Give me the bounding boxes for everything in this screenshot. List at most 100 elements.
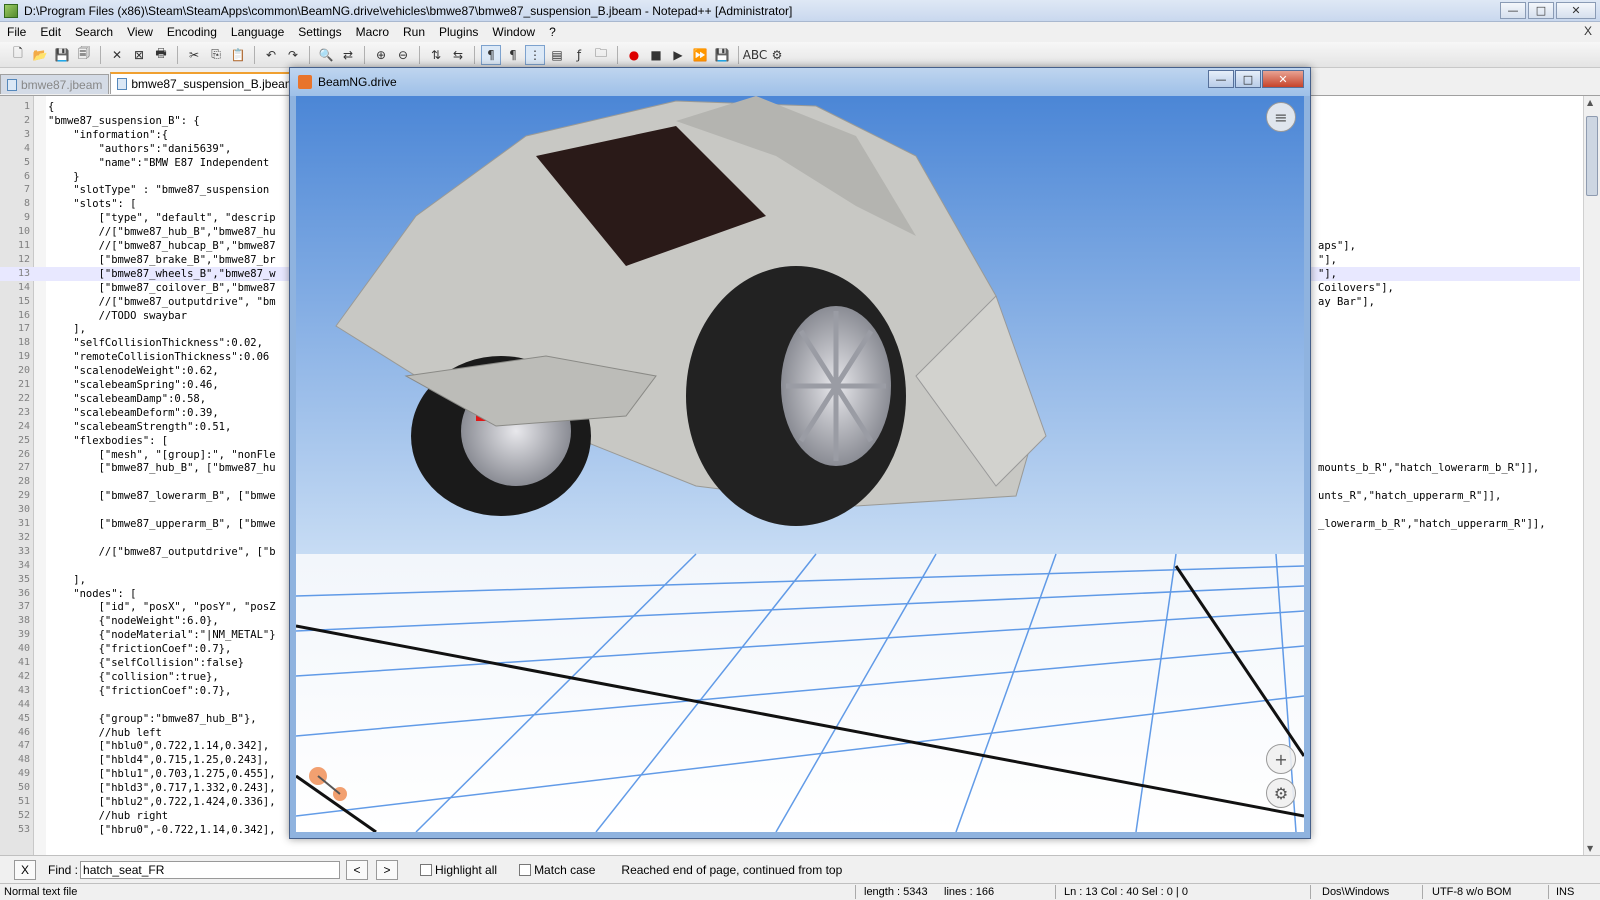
menu-item-view[interactable]: View [120, 25, 160, 39]
menu-item-file[interactable]: File [0, 25, 33, 39]
toolbar-separator [738, 45, 739, 64]
toolbar-separator [309, 45, 310, 64]
beamng-minimize-button[interactable]: — [1208, 70, 1234, 88]
menu-item-window[interactable]: Window [485, 25, 542, 39]
undo-icon[interactable]: ↶ [261, 45, 281, 65]
cut-icon[interactable]: ✂ [184, 45, 204, 65]
match-case-checkbox[interactable]: Match case [519, 863, 595, 877]
line-text: ["hbld4",0.715,1.25,0.243], [48, 754, 270, 767]
hud-settings-button[interactable]: ⚙ [1266, 778, 1296, 808]
highlight-all-checkbox[interactable]: Highlight all [420, 863, 497, 877]
redo-icon[interactable]: ↷ [283, 45, 303, 65]
menu-icon: ≡ [1274, 107, 1288, 127]
menu-item-language[interactable]: Language [224, 25, 291, 39]
maximize-button[interactable]: □ [1528, 2, 1554, 19]
match-case-box[interactable] [519, 863, 532, 876]
beamng-window-title: BeamNG.drive [318, 75, 397, 89]
menu-item-search[interactable]: Search [68, 25, 120, 39]
tab-label: bmwe87_suspension_B.jbeam [131, 77, 295, 91]
doc-map-icon[interactable]: ▤ [547, 45, 567, 65]
line-text: "information":{ [48, 128, 169, 141]
plugin-icon[interactable]: ⚙ [767, 45, 787, 65]
line-number: 20 [17, 365, 30, 377]
menu-item-plugins[interactable]: Plugins [432, 25, 485, 39]
scrollbar-thumb[interactable] [1586, 116, 1598, 196]
scroll-up-icon[interactable]: ▲ [1587, 98, 1593, 107]
paste-icon[interactable]: 📋 [228, 45, 248, 65]
print-icon[interactable]: 🖶 [151, 45, 171, 65]
file-icon [117, 78, 128, 90]
beamng-close-button[interactable]: ✕ [1262, 70, 1304, 88]
close-icon[interactable]: ✕ [107, 45, 127, 65]
status-encoding: UTF-8 w/o BOM [1432, 886, 1512, 898]
sync-h-icon[interactable]: ⇆ [448, 45, 468, 65]
close-all-icon[interactable]: ⊠ [129, 45, 149, 65]
stop-macro-icon[interactable]: ■ [646, 45, 666, 65]
status-file-type: Normal text file [4, 886, 78, 898]
open-file-icon[interactable]: 📂 [30, 45, 50, 65]
line-number: 1 [23, 101, 30, 112]
line-number: 27 [17, 462, 30, 474]
notepad-title-bar[interactable]: D:\Program Files (x86)\Steam\SteamApps\c… [0, 0, 1600, 22]
word-wrap-icon[interactable]: ¶ [481, 44, 501, 65]
beamng-title-bar[interactable]: BeamNG.drive — □ ✕ [290, 68, 1310, 96]
3d-viewport[interactable]: ≡ + ⚙ [296, 96, 1304, 832]
zoom-in-icon[interactable]: ⊕ [371, 45, 391, 65]
close-document-button[interactable]: X [1584, 24, 1592, 38]
replace-icon[interactable]: ⇄ [338, 45, 358, 65]
highlight-all-box[interactable] [420, 863, 433, 876]
indent-guide-icon[interactable]: ⋮ [525, 44, 545, 65]
hud-menu-button[interactable]: ≡ [1266, 102, 1296, 132]
folder-workspace-icon[interactable]: 🗀 [591, 45, 611, 65]
save-all-icon[interactable]: 🗐 [74, 45, 94, 65]
sync-v-icon[interactable]: ⇅ [426, 45, 446, 65]
all-chars-icon[interactable]: ¶ [503, 45, 523, 65]
new-file-icon[interactable]: 🗋 [8, 45, 28, 65]
spellcheck-icon[interactable]: ABC [743, 45, 768, 65]
copy-icon[interactable]: ⎘ [206, 45, 226, 65]
tab-bmwe87-suspension-b-jbeam[interactable]: bmwe87_suspension_B.jbeam [110, 72, 302, 94]
menu-item-macro[interactable]: Macro [349, 25, 396, 39]
line-text: ["bmwe87_wheels_B","bmwe87_w [48, 267, 276, 280]
line-text: {"frictionCoef":0.7}, [48, 643, 232, 656]
hud-add-button[interactable]: + [1266, 744, 1296, 774]
line-number: 19 [17, 351, 30, 363]
gear-icon: ⚙ [1273, 783, 1289, 803]
line-text: ["bmwe87_lowerarm_B", ["bmwe [48, 490, 276, 503]
play-macro-icon[interactable]: ▶ [668, 45, 688, 65]
line-number: 6 [23, 170, 30, 182]
find-previous-button[interactable]: < [346, 859, 369, 880]
close-button[interactable]: ✕ [1556, 2, 1596, 19]
line-text: //["bmwe87_outputdrive", "bm [48, 295, 276, 308]
menu-item-help[interactable]: ? [542, 25, 563, 39]
line-text: ["id", "posX", "posY", "posZ [48, 601, 276, 614]
line-number: 30 [17, 504, 30, 516]
tab-bmwe87-jbeam[interactable]: bmwe87.jbeam [0, 74, 110, 94]
find-close-button[interactable]: X [14, 859, 36, 880]
save-macro-icon[interactable]: 💾 [712, 45, 732, 65]
line-text: ["type", "default", "descrip [48, 212, 276, 225]
function-list-icon[interactable]: ƒ [569, 45, 589, 65]
status-length: length : 5343 [864, 886, 928, 898]
beamng-window[interactable]: BeamNG.drive — □ ✕ ≡ + ⚙ [289, 67, 1311, 839]
find-icon[interactable]: 🔍 [316, 45, 336, 65]
line-number: 33 [17, 545, 30, 557]
run-macro-multiple-icon[interactable]: ⏩ [690, 45, 710, 65]
line-number: 26 [17, 448, 30, 460]
menu-item-run[interactable]: Run [396, 25, 432, 39]
find-input[interactable] [80, 860, 341, 879]
zoom-out-icon[interactable]: ⊖ [393, 45, 413, 65]
scroll-down-icon[interactable]: ▼ [1587, 844, 1593, 853]
beamng-maximize-button[interactable]: □ [1235, 70, 1261, 88]
line-text: "scalebeamDamp":0.58, [48, 392, 207, 405]
find-next-button[interactable]: > [376, 859, 399, 880]
line-text: "flexbodies": [ [48, 434, 169, 447]
save-icon[interactable]: 💾 [52, 45, 72, 65]
line-number: 38 [17, 615, 30, 627]
minimize-button[interactable]: — [1500, 2, 1526, 19]
menu-item-edit[interactable]: Edit [33, 25, 68, 39]
record-macro-icon[interactable]: ● [624, 45, 644, 65]
editor-vertical-scrollbar[interactable]: ▲ ▼ [1583, 96, 1600, 855]
menu-item-settings[interactable]: Settings [291, 25, 348, 39]
menu-item-encoding[interactable]: Encoding [160, 25, 224, 39]
